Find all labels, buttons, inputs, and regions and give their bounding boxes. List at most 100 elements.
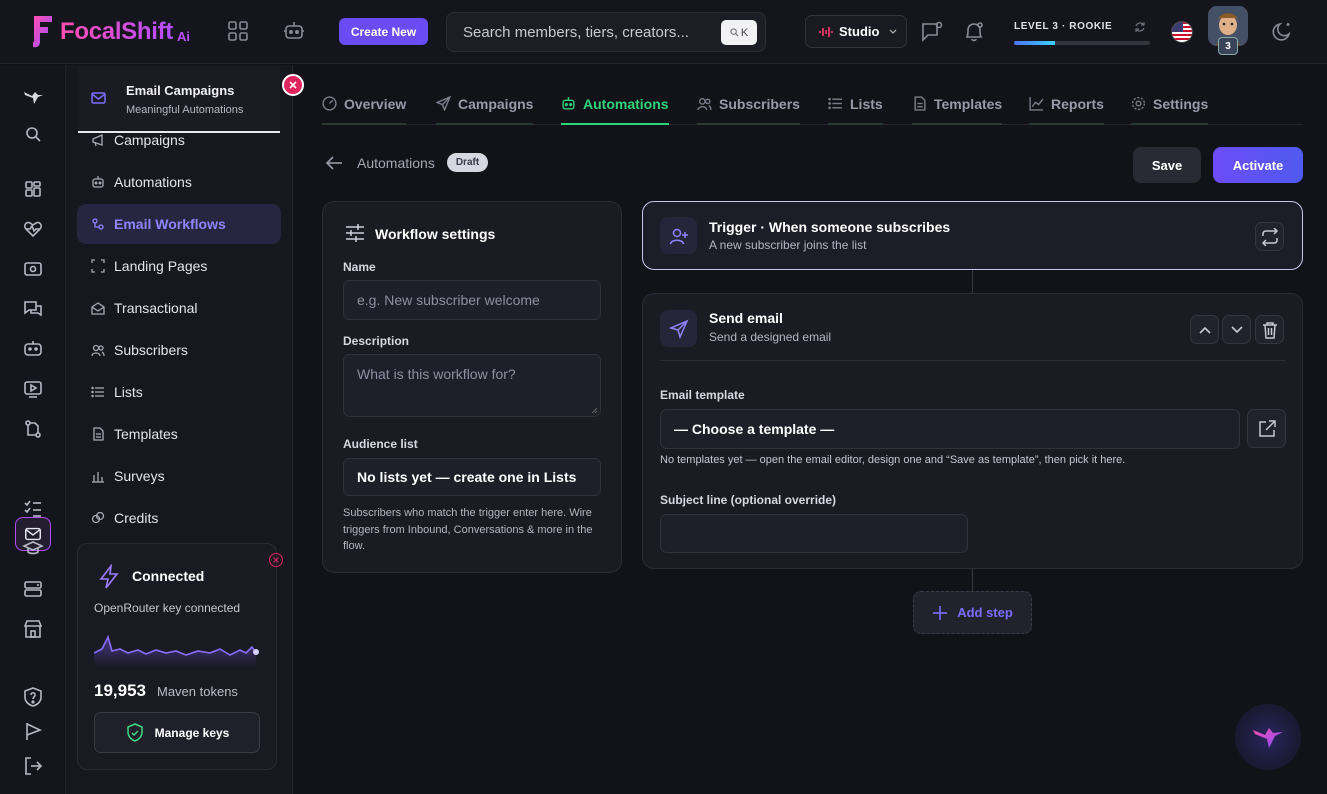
us-flag-icon[interactable] <box>1171 21 1193 43</box>
sidebar-item-credits[interactable]: Credits <box>77 498 281 538</box>
trigger-title: Trigger · When someone subscribes <box>709 219 951 235</box>
apps-grid-icon[interactable] <box>227 20 251 44</box>
chat-icon[interactable] <box>920 20 944 44</box>
swap-trigger-button[interactable] <box>1255 222 1284 251</box>
studio-dropdown[interactable]: Studio <box>805 15 907 48</box>
tab-campaigns[interactable]: Campaigns <box>436 84 534 125</box>
open-email-editor-button[interactable] <box>1247 409 1286 448</box>
sidebar-item-surveys[interactable]: Surveys <box>77 456 281 496</box>
tab-subscribers[interactable]: Subscribers <box>697 84 800 125</box>
tab-overview[interactable]: Overview <box>322 84 407 125</box>
sidebar-item-label: Email Workflows <box>114 216 226 232</box>
audience-label: Audience list <box>343 437 418 451</box>
logout-icon[interactable] <box>22 755 44 777</box>
sidebar-title: Email Campaigns <box>126 83 235 98</box>
create-new-button[interactable]: Create New <box>339 18 428 45</box>
sidebar-item-label: Transactional <box>114 300 198 316</box>
breadcrumb-label[interactable]: Automations <box>357 155 435 171</box>
description-textarea[interactable]: What is this workflow for? <box>343 354 601 417</box>
envelope-open-icon <box>91 302 105 315</box>
icon-rail <box>0 65 66 794</box>
robot-icon[interactable] <box>283 20 307 44</box>
name-input[interactable]: e.g. New subscriber welcome <box>343 280 601 320</box>
server-plus-icon[interactable] <box>22 578 44 600</box>
store-icon[interactable] <box>22 618 44 640</box>
tab-templates[interactable]: Templates <box>912 84 1003 125</box>
save-button[interactable]: Save <box>1133 147 1201 183</box>
hummingbird-icon[interactable] <box>22 86 44 108</box>
section-tabs: Overview Campaigns Automations Subscribers L… <box>322 84 1303 125</box>
sidebar-item-templates[interactable]: Templates <box>77 414 281 454</box>
sidebar-item-landing-pages[interactable]: Landing Pages <box>77 246 281 286</box>
sidebar-item-subscribers[interactable]: Subscribers <box>77 330 281 370</box>
move-step-down-button[interactable] <box>1222 315 1251 344</box>
video-icon[interactable] <box>22 378 44 400</box>
lightning-icon <box>99 564 119 589</box>
robot-icon-wrap <box>91 175 105 189</box>
envelope-icon <box>91 92 106 104</box>
back-arrow-icon[interactable] <box>325 155 343 171</box>
close-sidebar-button[interactable] <box>282 74 304 96</box>
dashboard-icon[interactable] <box>22 178 44 200</box>
sidebar-item-email-workflows[interactable]: Email Workflows <box>77 204 281 244</box>
hummingbird-icon <box>1253 728 1283 748</box>
list-icon <box>91 386 104 398</box>
search-icon[interactable] <box>22 123 44 145</box>
sidebar-item-automations[interactable]: Automations <box>77 162 281 202</box>
search-icon <box>730 28 739 37</box>
moon-icon[interactable] <box>1270 20 1294 44</box>
tab-label: Subscribers <box>719 95 800 112</box>
robot-icon <box>92 176 104 188</box>
sidebar-item-label: Credits <box>114 510 159 526</box>
paper-plane-icon <box>660 310 697 347</box>
tab-settings[interactable]: Settings <box>1131 84 1209 125</box>
add-step-label: Add step <box>957 605 1013 620</box>
add-step-button[interactable]: Add step <box>913 591 1032 634</box>
bell-icon[interactable] <box>962 20 986 44</box>
list-icon-wrap <box>91 385 105 399</box>
help-shield-icon[interactable] <box>22 686 44 708</box>
sidebar-item-lists[interactable]: Lists <box>77 372 281 412</box>
campaign-icon <box>92 133 103 147</box>
bot-chat-icon[interactable] <box>22 338 44 360</box>
brand-logo[interactable]: FocalShift Ai <box>28 12 190 52</box>
name-placeholder: e.g. New subscriber welcome <box>357 292 540 308</box>
assistant-fab[interactable] <box>1235 704 1301 770</box>
plus-icon <box>933 605 948 620</box>
global-search-input[interactable]: Search members, tiers, creators... K <box>446 12 766 52</box>
close-icon <box>273 557 279 563</box>
top-bar: FocalShift Ai Create New Search members,… <box>0 0 1327 64</box>
audience-select[interactable]: No lists yet — create one in Lists <box>343 458 601 496</box>
tab-label: Automations <box>583 95 669 112</box>
delete-step-button[interactable] <box>1255 315 1284 344</box>
ticket-icon[interactable] <box>22 258 44 280</box>
gear-icon <box>1131 96 1146 111</box>
template-select[interactable]: — Choose a template — <box>660 409 1240 449</box>
sidebar-item-transactional[interactable]: Transactional <box>77 288 281 328</box>
manage-keys-button[interactable]: Manage keys <box>94 712 260 753</box>
git-flow-icon[interactable] <box>22 418 44 440</box>
flag-icon[interactable] <box>22 720 44 742</box>
audience-help-text: Subscribers who match the trigger enter … <box>343 507 593 552</box>
tab-automations[interactable]: Automations <box>561 84 669 125</box>
heart-pulse-icon[interactable] <box>22 218 44 240</box>
refresh-icon[interactable] <box>1134 21 1146 33</box>
move-step-up-button[interactable] <box>1190 315 1219 344</box>
connection-subtitle: OpenRouter key connected <box>94 601 241 615</box>
checklist-icon[interactable] <box>22 498 44 520</box>
dismiss-connection-button[interactable] <box>269 553 283 567</box>
activate-button[interactable]: Activate <box>1213 147 1303 183</box>
subject-input[interactable] <box>660 514 968 553</box>
resize-handle-icon[interactable] <box>591 407 598 414</box>
chevron-down-icon <box>1230 325 1243 333</box>
template-note: No templates yet — open the email editor… <box>660 454 1126 466</box>
sidebar-item-campaigns[interactable]: Campaigns <box>77 120 281 160</box>
conversations-icon[interactable] <box>22 298 44 320</box>
tab-reports[interactable]: Reports <box>1029 84 1104 125</box>
sidebar-item-label: Campaigns <box>114 132 185 148</box>
tab-lists[interactable]: Lists <box>828 84 883 125</box>
trigger-step-card[interactable]: Trigger · When someone subscribes A new … <box>642 201 1303 270</box>
graduation-cap-icon[interactable] <box>22 537 44 559</box>
robot-icon <box>562 97 575 110</box>
swap-icon <box>1261 227 1278 246</box>
